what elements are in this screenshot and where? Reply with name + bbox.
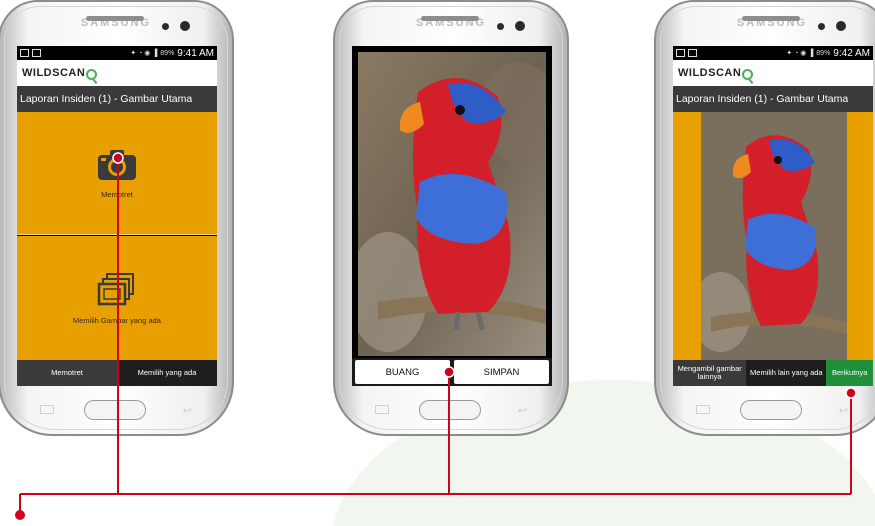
choose-existing-panel[interactable]: Memilih Gambar yang ada bbox=[17, 236, 217, 360]
back-key-icon[interactable]: ↩ bbox=[518, 404, 527, 417]
earpiece bbox=[86, 16, 144, 21]
parrot-photo bbox=[358, 52, 546, 356]
tab-take-photo[interactable]: Memotret bbox=[17, 360, 117, 386]
status-time: 9:41 AM bbox=[177, 47, 214, 59]
sensor-dot bbox=[162, 23, 169, 30]
camera-icon bbox=[98, 149, 136, 180]
wildscan-logo: WILDSCAN bbox=[678, 67, 742, 79]
signal-icons: ✦ ◔ ◉ ▐ bbox=[130, 50, 158, 57]
screen-2: BUANG SIMPAN bbox=[352, 46, 552, 386]
back-key-icon[interactable]: ↩ bbox=[183, 404, 192, 417]
hardware-keys: ↩ bbox=[0, 394, 232, 424]
hardware-keys: ↩ bbox=[656, 394, 875, 424]
selected-image-area bbox=[673, 112, 873, 360]
status-time: 9:42 AM bbox=[833, 47, 870, 59]
tab-choose-other[interactable]: Memilih lain yang ada bbox=[746, 360, 827, 386]
status-bar: ✦ ◔ ◉ ▐ 89% 9:42 AM bbox=[673, 46, 873, 60]
gallery-icon bbox=[97, 272, 134, 305]
take-photo-label: Memotret bbox=[101, 189, 133, 199]
phone-3: SAMSUNG ✦ ◔ ◉ ▐ 89% 9:42 AM WILDSCAN Lap… bbox=[654, 0, 875, 436]
app-bar: WILDSCAN bbox=[673, 60, 873, 86]
app-bar: WILDSCAN bbox=[17, 60, 217, 86]
menu-key[interactable] bbox=[375, 405, 389, 414]
sensor-dot bbox=[497, 23, 504, 30]
back-key-icon[interactable]: ↩ bbox=[839, 404, 848, 417]
pointer-origin-dot bbox=[15, 510, 25, 520]
front-camera bbox=[180, 21, 190, 31]
status-bar: ✦ ◔ ◉ ▐ 89% 9:41 AM bbox=[17, 46, 217, 60]
page-title: Laporan Insiden (1) - Gambar Utama bbox=[17, 86, 217, 112]
menu-key[interactable] bbox=[40, 405, 54, 414]
parrot-photo bbox=[701, 112, 847, 360]
battery-level: 89% bbox=[816, 49, 831, 57]
home-button[interactable] bbox=[740, 400, 802, 420]
tab-retake-photo[interactable]: Mengambil gambar lainnya bbox=[673, 360, 747, 386]
signal-icons: ✦ ◔ ◉ ▐ bbox=[786, 50, 814, 57]
wildscan-logo: WILDSCAN bbox=[22, 67, 86, 79]
bottom-tabs: Memotret Memilih yang ada bbox=[17, 360, 217, 386]
hardware-keys: ↩ bbox=[335, 394, 567, 424]
menu-key[interactable] bbox=[696, 405, 710, 414]
save-button[interactable]: SIMPAN bbox=[454, 360, 549, 384]
photo-preview bbox=[352, 46, 552, 358]
page-title: Laporan Insiden (1) - Gambar Utama bbox=[673, 86, 873, 112]
screen-3: ✦ ◔ ◉ ▐ 89% 9:42 AM WILDSCAN Laporan Ins… bbox=[673, 46, 873, 386]
sensor-dot bbox=[818, 23, 825, 30]
image-notification-icon bbox=[32, 49, 41, 57]
battery-level: 89% bbox=[160, 49, 175, 57]
earpiece bbox=[421, 16, 479, 21]
front-camera bbox=[836, 21, 846, 31]
tab-next[interactable]: Berikutnya bbox=[826, 360, 873, 386]
tab-choose-existing[interactable]: Memilih yang ada bbox=[117, 360, 217, 386]
home-button[interactable] bbox=[84, 400, 146, 420]
image-notification-icon bbox=[688, 49, 697, 57]
home-button[interactable] bbox=[419, 400, 481, 420]
notification-icon bbox=[20, 49, 29, 57]
phone-2: SAMSUNG BUANG SIMPAN ↩ bbox=[333, 0, 569, 436]
screen-1: ✦ ◔ ◉ ▐ 89% 9:41 AM WILDSCAN Laporan Ins… bbox=[17, 46, 217, 386]
preview-button-row: BUANG SIMPAN bbox=[352, 358, 552, 386]
bottom-tabs: Mengambil gambar lainnya Memilih lain ya… bbox=[673, 360, 873, 386]
choose-existing-label: Memilih Gambar yang ada bbox=[73, 315, 161, 325]
discard-button[interactable]: BUANG bbox=[355, 360, 450, 384]
wildscan-logo-icon bbox=[742, 68, 754, 80]
phone-1: SAMSUNG ✦ ◔ ◉ ▐ 89% 9:41 AM WILDSCAN Lap… bbox=[0, 0, 234, 436]
wildscan-logo-icon bbox=[86, 68, 98, 80]
take-photo-panel[interactable]: Memotret bbox=[17, 112, 217, 235]
earpiece bbox=[742, 16, 800, 21]
notification-icon bbox=[676, 49, 685, 57]
front-camera bbox=[515, 21, 525, 31]
